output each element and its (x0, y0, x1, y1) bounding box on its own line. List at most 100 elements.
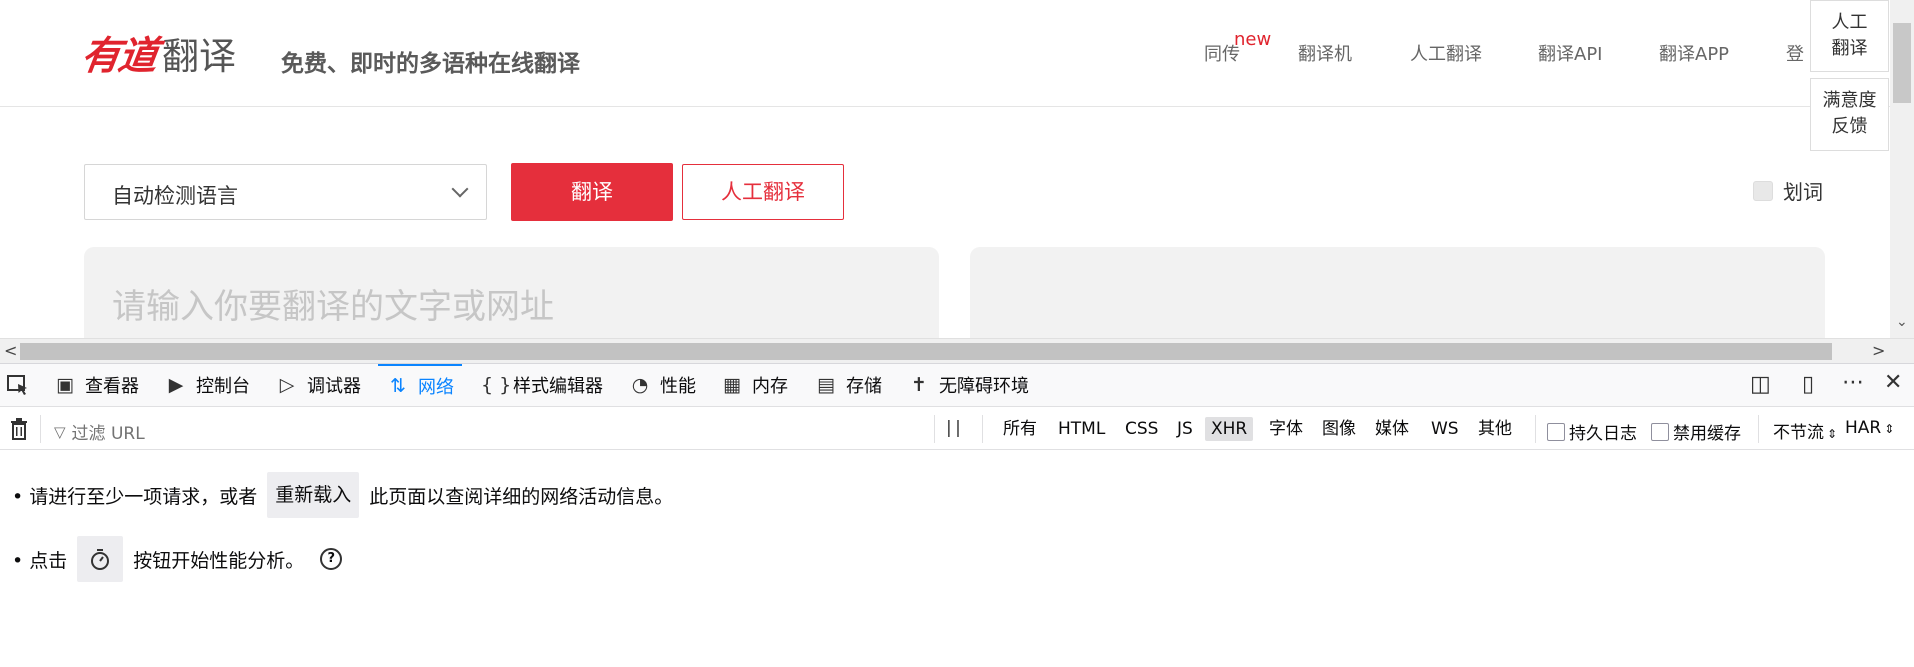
nav-item-login[interactable]: 登 (1786, 40, 1804, 66)
side-feedback-line1: 满意度 (1822, 90, 1877, 111)
tab-label: 样式编辑器 (513, 376, 603, 397)
separator (1535, 415, 1536, 443)
disable-cache-label: 禁用缓存 (1673, 424, 1741, 444)
network-empty-hint-performance: • 点击 按钮开始性能分析。 ? (12, 536, 343, 582)
scroll-down-arrow-icon[interactable]: ⌄ (1896, 314, 1908, 330)
filter-media[interactable]: 媒体 (1369, 417, 1415, 441)
nav-item-translate-api[interactable]: 翻译API (1538, 40, 1602, 66)
filter-html[interactable]: HTML (1052, 417, 1111, 441)
filter-images[interactable]: 图像 (1316, 417, 1362, 441)
language-select[interactable]: 自动检测语言 (84, 164, 487, 220)
vertical-scrollbar[interactable]: ⌄ (1890, 0, 1914, 338)
network-empty-hint-reload: • 请进行至少一项请求，或者 重新载入 此页面以查阅详细的网络活动信息。 (12, 472, 673, 518)
har-label: HAR (1845, 418, 1882, 438)
filter-xhr[interactable]: XHR (1205, 417, 1254, 441)
disable-cache-checkbox[interactable]: 禁用缓存 (1651, 419, 1741, 444)
filter-other[interactable]: 其他 (1472, 417, 1518, 441)
huaci-label: 划词 (1783, 180, 1823, 204)
youdao-logo[interactable]: 有道 翻译 (78, 30, 236, 79)
huaci-checkbox[interactable] (1753, 180, 1773, 201)
tab-memory[interactable]: ▦ 内存 (720, 364, 788, 406)
tab-label: 控制台 (196, 376, 250, 397)
separator (40, 415, 41, 443)
translate-button[interactable]: 翻译 (511, 163, 673, 221)
filter-css[interactable]: CSS (1119, 417, 1164, 441)
tab-label: 内存 (752, 376, 788, 397)
updown-arrow-icon: ⇕ (1827, 427, 1838, 441)
huaci-toggle[interactable]: 划词 (1753, 176, 1823, 205)
tab-style-editor[interactable]: { } 样式编辑器 (481, 364, 603, 406)
throttle-dropdown[interactable]: 不节流 ⇕ (1773, 418, 1837, 443)
dock-layout-icon[interactable]: ◫ (1750, 372, 1771, 397)
close-icon[interactable]: ✕ (1884, 370, 1902, 395)
updown-arrow-icon: ⇕ (1884, 422, 1895, 436)
horizontal-scrollbar[interactable]: < > (0, 338, 1914, 363)
performance-icon: ◔ (631, 374, 649, 396)
filter-fonts[interactable]: 字体 (1263, 417, 1309, 441)
page-viewport: 有道 翻译 免费、即时的多语种在线翻译 同传 new 翻译机 人工翻译 翻译AP… (0, 0, 1914, 363)
tab-storage[interactable]: ▤ 存储 (814, 364, 882, 406)
memory-icon: ▦ (723, 374, 741, 396)
responsive-design-icon[interactable]: ▯ (1802, 372, 1814, 397)
filter-js[interactable]: JS (1171, 417, 1199, 441)
nav-item-translate-app[interactable]: 翻译APP (1659, 40, 1729, 66)
help-icon[interactable]: ? (320, 548, 343, 570)
persist-logs-checkbox[interactable]: 持久日志 (1547, 419, 1637, 444)
pause-icon[interactable]: | | (946, 418, 961, 438)
side-feedback-line2: 反馈 (1831, 116, 1868, 137)
reload-button[interactable]: 重新载入 (267, 472, 360, 518)
nav-item-human-translation[interactable]: 人工翻译 (1410, 40, 1482, 66)
har-dropdown[interactable]: HAR ⇕ (1845, 418, 1894, 438)
filter-ws[interactable]: WS (1425, 417, 1465, 441)
trash-icon[interactable] (10, 418, 28, 440)
checkbox-box[interactable] (1547, 422, 1565, 441)
tab-label: 无障碍环境 (939, 376, 1029, 397)
scroll-left-arrow-icon[interactable]: < (4, 341, 17, 360)
scroll-right-arrow-icon[interactable]: > (1872, 341, 1885, 360)
tab-network[interactable]: ⇅ 网络 (378, 364, 462, 406)
horizontal-scrollbar-thumb[interactable] (20, 343, 1832, 360)
more-options-icon[interactable]: ⋯ (1842, 370, 1864, 395)
tab-debugger[interactable]: ▷ 调试器 (275, 364, 361, 406)
network-toolbar: ▽ 过滤 URL | | 所有 HTML CSS JS XHR 字体 图像 媒体… (0, 407, 1914, 450)
tab-label: 网络 (418, 377, 454, 398)
tab-performance[interactable]: ◔ 性能 (628, 364, 696, 406)
inspector-icon: ▣ (56, 374, 74, 396)
hint-text: 按钮开始性能分析。 (133, 549, 305, 572)
storage-icon: ▤ (817, 374, 835, 396)
filter-icon: ▽ (54, 422, 66, 441)
network-icon: ⇅ (390, 375, 406, 397)
accessibility-icon: ✝ (911, 374, 927, 396)
stopwatch-icon (91, 549, 110, 570)
hint-text: 此页面以查阅详细的网络活动信息。 (369, 485, 674, 508)
tab-accessibility[interactable]: ✝ 无障碍环境 (907, 364, 1029, 406)
checkbox-box[interactable] (1651, 422, 1669, 441)
chevron-down-icon (451, 180, 469, 198)
filter-url-placeholder: 过滤 URL (71, 424, 145, 444)
performance-analysis-button[interactable] (77, 536, 124, 582)
separator (982, 415, 983, 443)
persist-logs-label: 持久日志 (1569, 424, 1637, 444)
slogan: 免费、即时的多语种在线翻译 (281, 51, 580, 77)
element-picker-icon[interactable] (6, 373, 30, 397)
debugger-icon: ▷ (279, 374, 295, 396)
devtools-tabbar: ▣ 查看器 ▶ 控制台 ▷ 调试器 ⇅ 网络 { } 样式编辑器 ◔ 性能 ▦ … (0, 364, 1914, 407)
vertical-scrollbar-thumb[interactable] (1893, 23, 1911, 103)
side-human-translation-button[interactable]: 人工 翻译 (1810, 0, 1889, 72)
tab-inspector[interactable]: ▣ 查看器 (53, 364, 139, 406)
tab-label: 查看器 (85, 376, 139, 397)
side-human-line1: 人工 (1831, 12, 1868, 33)
filter-all[interactable]: 所有 (997, 417, 1043, 441)
console-icon: ▶ (168, 374, 184, 396)
tab-console[interactable]: ▶ 控制台 (164, 364, 250, 406)
new-badge: new (1234, 29, 1272, 50)
filter-url-input[interactable]: ▽ 过滤 URL (54, 419, 145, 445)
devtools-panel: ▣ 查看器 ▶ 控制台 ▷ 调试器 ⇅ 网络 { } 样式编辑器 ◔ 性能 ▦ … (0, 363, 1914, 667)
tab-label: 性能 (660, 376, 696, 397)
tab-label: 存储 (846, 376, 882, 397)
side-feedback-button[interactable]: 满意度 反馈 (1810, 78, 1889, 151)
side-human-line2: 翻译 (1831, 38, 1868, 59)
nav-item-translator-device[interactable]: 翻译机 (1298, 40, 1352, 66)
human-translate-button[interactable]: 人工翻译 (682, 164, 844, 220)
tab-label: 调试器 (307, 376, 361, 397)
